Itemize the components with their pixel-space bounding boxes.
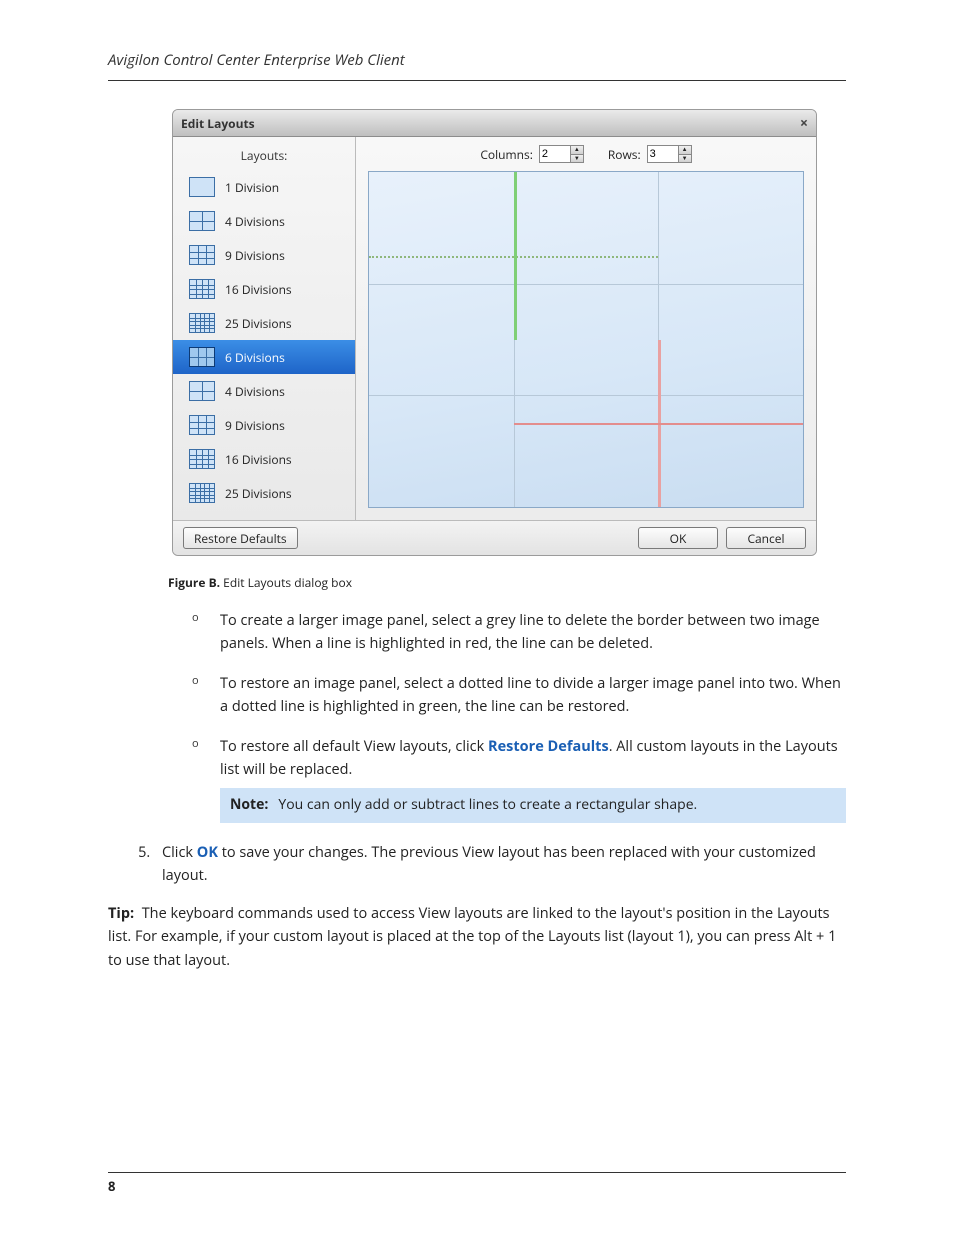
figure-caption-label: Figure B. — [168, 574, 220, 591]
spin-down-icon[interactable]: ▼ — [679, 154, 691, 163]
deletable-red-line-dotted[interactable] — [658, 423, 803, 426]
page-footer: 8 — [108, 1172, 846, 1195]
restore-defaults-button[interactable]: Restore Defaults — [183, 527, 298, 549]
layout-item-25-divisions-alt[interactable]: 25 Divisions — [173, 476, 355, 510]
ok-button[interactable]: OK — [638, 527, 718, 549]
spin-up-icon[interactable]: ▲ — [679, 146, 691, 154]
step-5: Click OK to save your changes. The previ… — [154, 841, 846, 888]
layout-thumb-icon — [189, 279, 215, 299]
layout-preview-grid[interactable] — [368, 171, 804, 508]
layout-item-9-divisions[interactable]: 9 Divisions — [173, 238, 355, 272]
tip-paragraph: Tip: The keyboard commands used to acces… — [108, 902, 846, 972]
tip-text: The keyboard commands used to access Vie… — [108, 904, 836, 970]
note-text: You can only add or subtract lines to cr… — [278, 795, 697, 814]
layout-item-label: 25 Divisions — [225, 315, 292, 332]
running-header: Avigilon Control Center Enterprise Web C… — [108, 50, 846, 81]
spinner-buttons[interactable]: ▲▼ — [571, 145, 584, 163]
layout-item-label: 1 Division — [225, 179, 279, 196]
dialog-titlebar: Edit Layouts × — [173, 110, 816, 137]
layout-item-1-division[interactable]: 1 Division — [173, 170, 355, 204]
bullet-delete-line: To create a larger image panel, select a… — [192, 609, 846, 656]
layout-item-label: 4 Divisions — [225, 213, 285, 230]
layout-item-4-divisions[interactable]: 4 Divisions — [173, 204, 355, 238]
layout-item-label: 16 Divisions — [225, 451, 292, 468]
columns-stepper[interactable]: ▲▼ — [539, 145, 584, 163]
rows-input[interactable] — [647, 145, 679, 163]
tip-label: Tip: — [108, 904, 134, 923]
note-box: Note: You can only add or subtract lines … — [220, 788, 846, 823]
spin-down-icon[interactable]: ▼ — [571, 154, 583, 163]
layout-thumb-icon — [189, 381, 215, 401]
layout-item-label: 6 Divisions — [225, 349, 285, 366]
figure-caption-text: Edit Layouts dialog box — [220, 574, 352, 591]
layout-item-label: 9 Divisions — [225, 247, 285, 264]
layout-thumb-icon — [189, 483, 215, 503]
page-number: 8 — [108, 1177, 115, 1195]
ok-ref: OK — [197, 843, 218, 862]
layout-item-label: 16 Divisions — [225, 281, 292, 298]
bullet-restore-defaults: To restore all default View layouts, cli… — [192, 735, 846, 823]
columns-label: Columns: — [480, 146, 533, 163]
cancel-button[interactable]: Cancel — [726, 527, 806, 549]
spin-up-icon[interactable]: ▲ — [571, 146, 583, 154]
figure-dialog: Edit Layouts × Layouts: 1 Division 4 Div… — [172, 109, 846, 556]
layouts-sidebar: Layouts: 1 Division 4 Divisions 9 Divisi… — [173, 137, 356, 520]
figure-caption: Figure B. Edit Layouts dialog box — [168, 574, 846, 591]
layout-item-label: 25 Divisions — [225, 485, 292, 502]
rows-label: Rows: — [608, 146, 641, 163]
layout-thumb-icon — [189, 347, 215, 367]
edit-layouts-dialog: Edit Layouts × Layouts: 1 Division 4 Div… — [172, 109, 817, 556]
columns-input[interactable] — [539, 145, 571, 163]
layouts-header: Layouts: — [173, 143, 355, 170]
dialog-title: Edit Layouts — [181, 115, 255, 132]
layout-thumb-icon — [189, 449, 215, 469]
rows-stepper[interactable]: ▲▼ — [647, 145, 692, 163]
layout-thumb-icon — [189, 415, 215, 435]
layout-item-16-divisions-alt[interactable]: 16 Divisions — [173, 442, 355, 476]
highlighted-green-line[interactable] — [514, 172, 517, 340]
close-icon[interactable]: × — [800, 114, 808, 133]
bullet-restore-line: To restore an image panel, select a dott… — [192, 672, 846, 719]
layout-editor-pane: Columns: ▲▼ Rows: ▲▼ — [356, 137, 816, 520]
layout-item-16-divisions[interactable]: 16 Divisions — [173, 272, 355, 306]
layout-thumb-icon — [189, 211, 215, 231]
spinner-buttons[interactable]: ▲▼ — [679, 145, 692, 163]
note-label: Note: — [230, 795, 268, 814]
layout-item-25-divisions[interactable]: 25 Divisions — [173, 306, 355, 340]
layout-item-label: 9 Divisions — [225, 417, 285, 434]
layout-thumb-icon — [189, 245, 215, 265]
layout-item-4-divisions-alt[interactable]: 4 Divisions — [173, 374, 355, 408]
restore-defaults-ref: Restore Defaults — [488, 737, 609, 756]
layout-thumb-icon — [189, 313, 215, 333]
layout-thumb-icon — [189, 177, 215, 197]
layout-item-label: 4 Divisions — [225, 383, 285, 400]
layout-item-9-divisions-alt[interactable]: 9 Divisions — [173, 408, 355, 442]
layout-item-6-divisions-selected[interactable]: 6 Divisions — [173, 340, 355, 374]
